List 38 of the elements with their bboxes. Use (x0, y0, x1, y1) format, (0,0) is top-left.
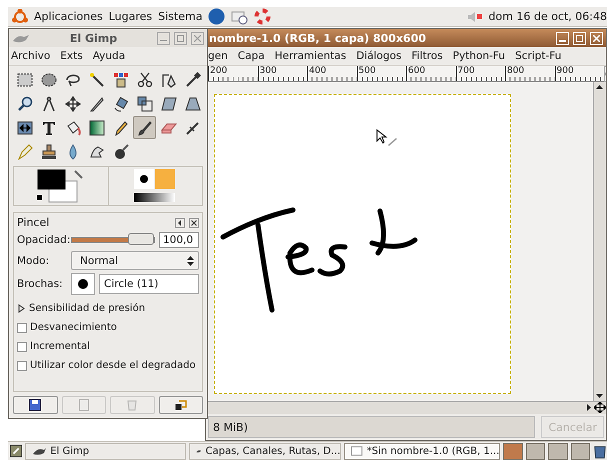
menu-item[interactable]: Ayuda (92, 50, 126, 62)
menu-item[interactable]: Herramientas (274, 50, 346, 62)
menu-item[interactable]: Diálogos (356, 50, 402, 62)
menu-item[interactable]: Exts (60, 50, 83, 62)
menu-item[interactable]: Capa (238, 50, 265, 62)
brush-name-field[interactable]: Circle (11) (99, 274, 199, 294)
window-title: El Gimp (70, 32, 118, 44)
taskbar-button[interactable]: Capas, Canales, Rutas, D... (189, 442, 342, 460)
checkbox-label: Utilizar color desde el degradado (30, 360, 196, 371)
checkbox-option[interactable]: Incremental (17, 336, 199, 352)
ruler-label: 500 (356, 66, 406, 81)
window-title: nombre-1.0 (RGB, 1 capa) 800x600 (209, 32, 426, 44)
ruler-label: 300 (258, 66, 307, 81)
panel-menu[interactable]: Sistema (158, 10, 202, 23)
menu-item[interactable]: Python-Fu (452, 50, 506, 62)
ruler-label: 700 (456, 66, 505, 81)
checkbox-label: Desvanecimiento (30, 322, 117, 333)
ruler-label: 900 (554, 66, 604, 81)
opacity-spinbox[interactable]: 100,0 (159, 232, 199, 248)
menu-item[interactable]: Archivo (11, 50, 50, 62)
field-label: Brochas: (17, 278, 64, 290)
pressure-expander[interactable]: Sensibilidad de presión (17, 298, 199, 314)
menu-item[interactable]: Filtros (412, 50, 443, 62)
checkbox-option[interactable]: Utilizar color desde el degradado (17, 355, 199, 371)
taskbar-button[interactable]: *Sin nombre-1.0 (RGB, 1... (344, 442, 500, 460)
checkbox-option[interactable]: Desvanecimiento (17, 317, 199, 333)
menu-item[interactable]: gen (208, 50, 228, 62)
taskbar-button[interactable]: El Gimp (25, 442, 186, 460)
clock[interactable]: dom 16 de oct, 06:48 (488, 10, 607, 23)
panel-title: Pincel (17, 216, 50, 229)
panel-menu[interactable]: Aplicaciones (34, 10, 103, 23)
menu-item[interactable]: Script-Fu (515, 50, 562, 62)
panel-menu[interactable]: Lugares (108, 10, 152, 23)
mode-dropdown[interactable]: Normal (71, 251, 199, 270)
checkbox-label: Incremental (30, 341, 90, 352)
field-label: Modo: (17, 254, 50, 266)
field-label: Opacidad: (17, 234, 67, 246)
status-text: 8 MiB) (208, 416, 536, 438)
